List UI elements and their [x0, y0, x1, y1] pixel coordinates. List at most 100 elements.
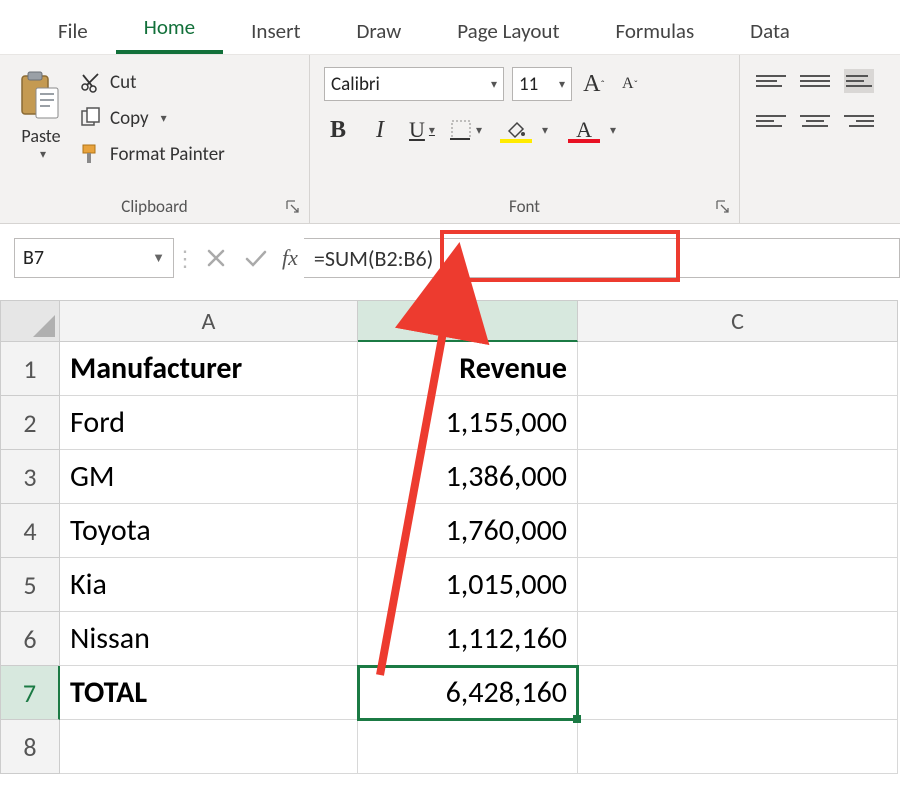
tab-data[interactable]: Data: [722, 6, 818, 54]
align-bottom-button[interactable]: [844, 69, 874, 93]
name-box[interactable]: B7 ▼: [14, 238, 174, 278]
separator: ⋮: [174, 245, 196, 272]
paste-icon: [18, 67, 64, 125]
formula-input[interactable]: =SUM(B2:B6): [304, 238, 900, 278]
dialog-launcher-font[interactable]: [715, 199, 733, 217]
group-font: Calibri ▾ 11 ▾ Aˆ Aˇ B I U ▾: [310, 55, 740, 223]
increase-font-button[interactable]: Aˆ: [580, 69, 608, 99]
cell-B7[interactable]: 6,428,160: [358, 666, 578, 720]
cell-C7[interactable]: [578, 666, 898, 720]
copy-button[interactable]: Copy ▾: [80, 103, 225, 133]
align-top-button[interactable]: [756, 69, 786, 93]
paint-bucket-icon: [505, 119, 527, 141]
row-header-8[interactable]: 8: [0, 720, 60, 774]
row-header-6[interactable]: 6: [0, 612, 60, 666]
row-header-5[interactable]: 5: [0, 558, 60, 612]
scissors-icon: [80, 71, 102, 93]
borders-button[interactable]: ▾: [450, 115, 482, 145]
formula-text: =SUM(B2:B6): [314, 245, 433, 272]
bold-button[interactable]: B: [324, 115, 352, 145]
align-left-button[interactable]: [756, 109, 786, 133]
align-center-button[interactable]: [800, 109, 830, 133]
cell-A2[interactable]: Ford: [60, 396, 358, 450]
tab-draw[interactable]: Draw: [328, 6, 429, 54]
ribbon-tabs: File Home Insert Draw Page Layout Formul…: [0, 0, 900, 54]
group-alignment: [740, 55, 900, 223]
cell-A3[interactable]: GM: [60, 450, 358, 504]
chevron-down-icon: ▼: [152, 250, 165, 266]
tab-page-layout[interactable]: Page Layout: [429, 6, 587, 54]
tab-file[interactable]: File: [30, 6, 116, 54]
cancel-formula-button[interactable]: [196, 238, 236, 278]
italic-button[interactable]: I: [366, 115, 394, 145]
cell-A7[interactable]: TOTAL: [60, 666, 358, 720]
fx-label[interactable]: fx: [276, 245, 304, 271]
paste-label: Paste: [21, 125, 60, 147]
cell-B2[interactable]: 1,155,000: [358, 396, 578, 450]
font-size-select[interactable]: 11 ▾: [512, 67, 572, 101]
underline-button[interactable]: U ▾: [408, 115, 436, 145]
row-header-4[interactable]: 4: [0, 504, 60, 558]
tab-home[interactable]: Home: [116, 2, 223, 54]
paste-button[interactable]: Paste ▾: [6, 61, 76, 162]
borders-icon: [450, 119, 472, 141]
cell-C8[interactable]: [578, 720, 898, 774]
chevron-down-icon[interactable]: ▾: [429, 123, 435, 138]
cell-A8[interactable]: [60, 720, 358, 774]
dialog-launcher-clipboard[interactable]: [285, 199, 303, 217]
copy-label: Copy: [110, 107, 149, 130]
font-name-value: Calibri: [331, 73, 380, 96]
cell-C3[interactable]: [578, 450, 898, 504]
tab-insert[interactable]: Insert: [223, 6, 328, 54]
chevron-down-icon[interactable]: ▾: [40, 147, 46, 162]
cut-button[interactable]: Cut: [80, 67, 225, 97]
format-painter-label: Format Painter: [110, 143, 225, 166]
cell-A5[interactable]: Kia: [60, 558, 358, 612]
cell-C6[interactable]: [578, 612, 898, 666]
select-all-triangle[interactable]: [0, 300, 60, 342]
cell-A1[interactable]: Manufacturer: [60, 342, 358, 396]
column-headers: A B C: [0, 300, 900, 342]
cell-C4[interactable]: [578, 504, 898, 558]
col-header-A[interactable]: A: [60, 300, 358, 342]
chevron-down-icon[interactable]: ▾: [542, 123, 548, 138]
col-header-B[interactable]: B: [358, 300, 578, 342]
chevron-down-icon[interactable]: ▾: [610, 123, 616, 138]
enter-formula-button[interactable]: [236, 238, 276, 278]
cell-B5[interactable]: 1,015,000: [358, 558, 578, 612]
ribbon: Paste ▾ Cut: [0, 54, 900, 224]
cell-A6[interactable]: Nissan: [60, 612, 358, 666]
group-label-clipboard: Clipboard: [6, 192, 303, 223]
row-header-2[interactable]: 2: [0, 396, 60, 450]
tab-formulas[interactable]: Formulas: [588, 6, 723, 54]
align-middle-button[interactable]: [800, 69, 830, 93]
cell-A4[interactable]: Toyota: [60, 504, 358, 558]
cell-B6[interactable]: 1,112,160: [358, 612, 578, 666]
cell-B4[interactable]: 1,760,000: [358, 504, 578, 558]
fill-color-button[interactable]: ▾: [496, 115, 536, 145]
group-clipboard: Paste ▾ Cut: [0, 55, 310, 223]
chevron-down-icon: ▾: [491, 77, 497, 92]
chevron-down-icon: ▾: [559, 77, 565, 92]
decrease-font-button[interactable]: Aˇ: [616, 69, 644, 99]
col-header-C[interactable]: C: [578, 300, 898, 342]
group-label-font: Font: [316, 192, 733, 223]
cell-B8[interactable]: [358, 720, 578, 774]
font-name-select[interactable]: Calibri ▾: [324, 67, 504, 101]
cell-B3[interactable]: 1,386,000: [358, 450, 578, 504]
cell-B1[interactable]: Revenue: [358, 342, 578, 396]
cell-C5[interactable]: [578, 558, 898, 612]
row-header-3[interactable]: 3: [0, 450, 60, 504]
format-painter-button[interactable]: Format Painter: [80, 139, 225, 169]
name-box-value: B7: [23, 246, 44, 270]
x-icon: [206, 248, 226, 268]
font-color-button[interactable]: A ▾: [564, 115, 604, 145]
row-header-1[interactable]: 1: [0, 342, 60, 396]
cell-C2[interactable]: [578, 396, 898, 450]
cell-C1[interactable]: [578, 342, 898, 396]
chevron-down-icon[interactable]: ▾: [476, 123, 482, 138]
row-header-7[interactable]: 7: [0, 666, 60, 720]
check-icon: [244, 248, 268, 268]
align-right-button[interactable]: [844, 109, 874, 133]
chevron-down-icon[interactable]: ▾: [161, 111, 167, 126]
